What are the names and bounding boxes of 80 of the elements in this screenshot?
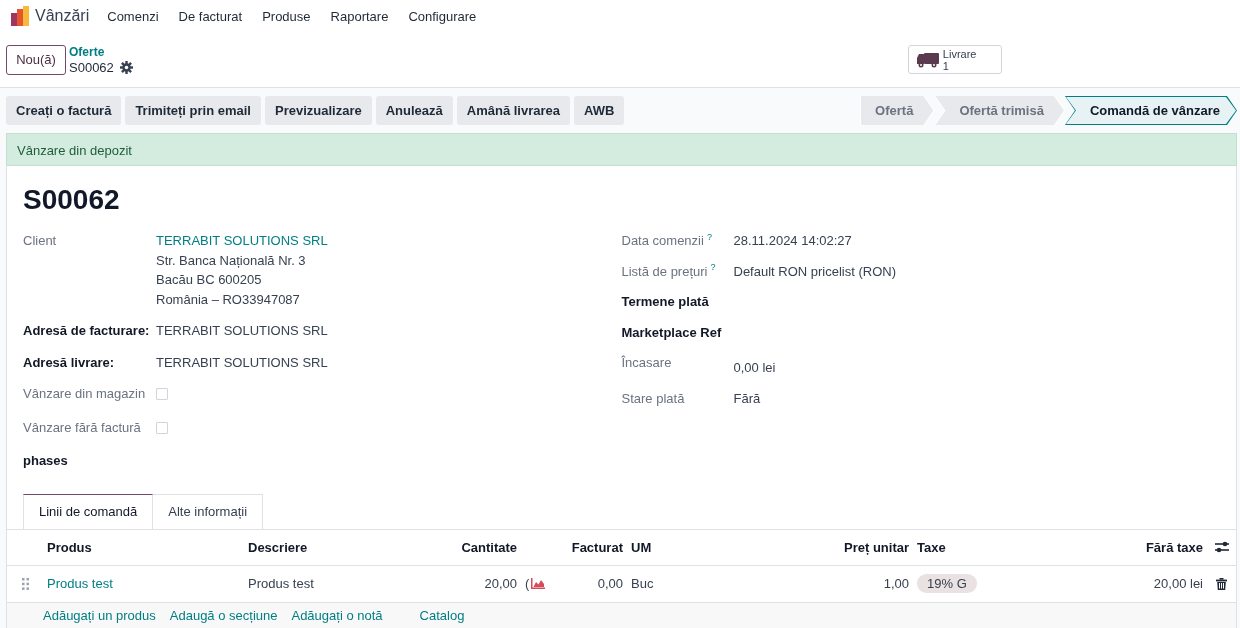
add-line-link[interactable]: Adaugă o secțiune [169,607,278,628]
add-line-link[interactable]: Adăugați o notă [291,607,383,628]
smart-button-label: Livrare [942,47,977,60]
status-stage[interactable]: Ofertă trimisă [934,96,1065,125]
column-header[interactable]: UM [631,539,652,555]
status-stage[interactable]: Ofertă [860,96,935,125]
delivery-smart-button[interactable]: Livrare 1 [907,45,1002,74]
table-cell: 20,00 [484,576,517,591]
column-header[interactable]: Descriere [248,539,308,555]
drag-handle-icon [21,577,29,590]
field-value: România – RO33947087 [156,290,301,309]
table-cell: 0,00 [597,576,623,591]
table-cell: ( [525,576,529,591]
action-button[interactable]: Anulează [375,96,453,125]
new-button[interactable]: Nou(ă) [6,44,66,75]
status-stage[interactable]: Comandă de vânzare [1064,96,1237,125]
column-header[interactable]: Cantitate [461,539,517,555]
field-label: Marketplace Ref [621,324,722,340]
field-value: 28.11.2024 14:02:27 [733,232,852,250]
menu-item[interactable]: Produse [262,8,311,24]
column-header[interactable]: Fără taxe [1145,539,1203,555]
breadcrumb-link[interactable]: Oferte [69,44,133,60]
menu-item[interactable]: Comenzi [107,8,159,24]
app-name[interactable]: Vânzări [35,7,90,25]
product-link[interactable]: Produs test [47,576,113,591]
field-label: Vânzare fără factură [23,419,141,435]
table-cell: Buc [631,576,654,591]
app-logo-icon [10,6,30,26]
menu-item[interactable]: Configurare [408,8,477,24]
field-label: Încasare [621,355,672,370]
action-button[interactable]: Creați o factură [6,96,122,125]
table-cell: 1,00 [883,576,909,591]
action-button[interactable]: Amână livrarea [456,96,570,125]
field-value: Bacău BC 600205 [156,271,263,289]
field-label: Client [23,233,57,248]
record-name: S00062 [69,59,114,75]
trash-icon [1216,577,1227,590]
field-label: Adresă livrare: [23,354,115,370]
tax-tag: 19% G [917,574,977,593]
column-settings-icon [1214,541,1229,553]
tab[interactable]: Linii de comandă [23,493,154,529]
field-label: Adresă de facturare: [23,323,150,338]
field-value: 0,00 lei [733,359,776,377]
field-label: Vânzare din magazin [23,386,146,401]
field-value: Fără [733,389,761,408]
gear-icon [119,60,133,74]
field-value: Str. Banca Națională Nr. 3 [156,251,307,270]
field-label: Listă de prețuri [621,263,708,279]
field-label: phases [23,453,68,468]
area-chart-icon [531,578,545,589]
delete-button[interactable] [1216,577,1227,590]
truck-icon [916,51,939,68]
checkbox[interactable] [156,388,168,400]
ribbon-text: Vânzare din depozit [6,133,1237,166]
action-button[interactable]: Previzualizare [264,96,372,125]
checkbox[interactable] [156,421,168,434]
menu-item[interactable]: De facturat [178,8,243,24]
field-label: Termene plată [621,294,709,309]
help-mark[interactable]: ? [710,262,716,273]
field-label: Data comenzii [621,233,704,248]
field-value: TERRABIT SOLUTIONS SRL [156,322,328,340]
customer-link[interactable]: TERRABIT SOLUTIONS SRL [156,231,328,251]
action-button[interactable]: AWB [574,96,625,125]
tab[interactable]: Alte informații [153,493,264,529]
column-header[interactable]: Taxe [917,539,946,555]
menu-item[interactable]: Raportare [330,8,389,24]
column-header[interactable]: Produs [47,539,92,555]
add-line-link[interactable]: Catalog [419,607,465,628]
field-value: Default RON pricelist (RON) [733,262,897,281]
record-title: S00062 [23,183,121,217]
table-cell: 20,00 lei [1153,576,1203,591]
field-value: TERRABIT SOLUTIONS SRL [156,353,328,372]
help-mark[interactable]: ? [706,231,712,242]
column-header[interactable]: Preț unitar [844,539,909,555]
action-button[interactable]: Trimiteți prin email [125,96,261,125]
column-header[interactable]: Facturat [571,539,623,555]
add-line-link[interactable]: Adăugați un produs [43,607,156,628]
field-label: Stare plată [621,390,685,406]
table-cell: Produs test [248,576,314,591]
smart-button-count: 1 [942,59,950,72]
